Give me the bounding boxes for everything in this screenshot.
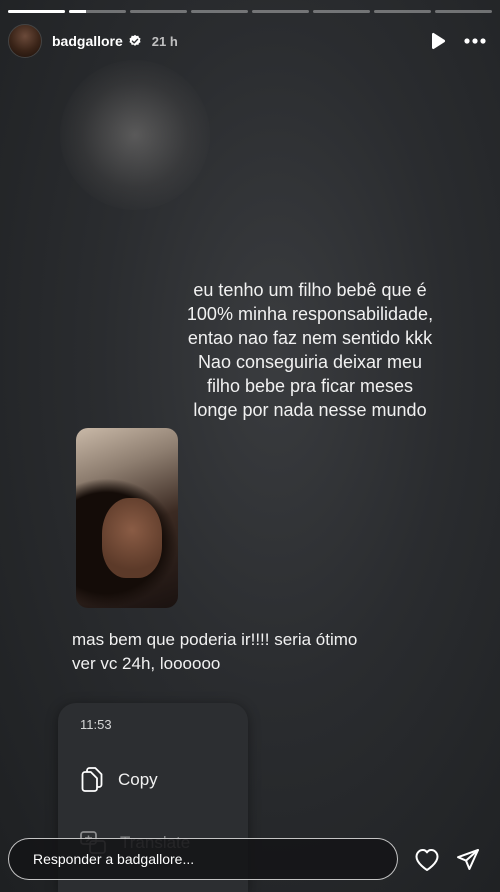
progress-segment (130, 10, 187, 13)
story-progress-bar (8, 10, 492, 13)
more-icon[interactable] (464, 38, 486, 44)
message-line: longe por nada nesse mundo (193, 400, 427, 420)
message-line: Nao conseguiria deixar meu (197, 352, 423, 372)
message-line: 100% minha responsabilidade, (186, 304, 434, 324)
progress-segment (252, 10, 309, 13)
photo-thumbnail[interactable] (76, 428, 178, 608)
message-line: mas bem que poderia ir!!!! seria ótimo (72, 630, 358, 649)
avatar[interactable] (8, 24, 42, 58)
username[interactable]: badgallore (52, 33, 123, 49)
message-text-right: eu tenho um filho bebê que é 100% minha … (160, 278, 460, 422)
progress-segment (69, 10, 126, 13)
progress-segment (191, 10, 248, 13)
blurred-background-photo (60, 60, 210, 210)
reply-input[interactable] (31, 850, 375, 868)
progress-segment (8, 10, 65, 13)
story-header: badgallore 21 h (8, 24, 486, 58)
copy-icon (81, 767, 103, 792)
message-line: ver vc 24h, loooooo (72, 654, 221, 673)
heart-icon[interactable] (414, 848, 440, 872)
verified-badge-icon (129, 34, 141, 46)
copy-menu-item[interactable]: Copy (80, 767, 158, 793)
message-line: filho bebe pra ficar meses (206, 376, 414, 396)
progress-segment (313, 10, 370, 13)
story-timestamp: 21 h (151, 33, 178, 49)
message-text-left: mas bem que poderia ir!!!! seria ótimo v… (72, 628, 412, 676)
message-line: eu tenho um filho bebê que é (193, 280, 427, 300)
photo-face-shape (102, 498, 162, 578)
message-line: entao nao faz nem sentido kkk (187, 328, 433, 348)
progress-segment (435, 10, 492, 13)
copy-label: Copy (118, 770, 158, 789)
progress-segment (374, 10, 431, 13)
reply-bar (8, 838, 398, 880)
play-icon[interactable] (430, 32, 446, 50)
send-icon[interactable] (456, 848, 480, 872)
message-time: 11:53 (80, 717, 112, 732)
